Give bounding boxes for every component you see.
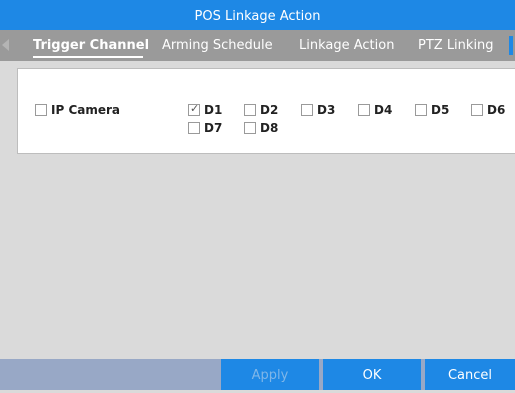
channel-d4-checkbox[interactable] xyxy=(358,104,370,116)
tab-arming-schedule[interactable]: Arming Schedule xyxy=(162,30,273,61)
channel-d8-label: D8 xyxy=(260,121,279,135)
channel-d1-label: D1 xyxy=(204,103,223,117)
ok-button[interactable]: OK xyxy=(323,359,421,390)
channel-d6-checkbox[interactable] xyxy=(471,104,483,116)
channel-d8-checkbox[interactable] xyxy=(244,122,256,134)
channel-d5-checkbox[interactable] xyxy=(415,104,427,116)
tab-linkage-action[interactable]: Linkage Action xyxy=(299,30,394,61)
scroll-left-arrow-icon[interactable] xyxy=(2,39,9,51)
apply-button[interactable]: Apply xyxy=(221,359,319,390)
channel-d6-label: D6 xyxy=(487,103,506,117)
scroll-right-indicator[interactable] xyxy=(509,36,513,55)
channel-d3-checkbox[interactable] xyxy=(301,104,313,116)
channel-d2-checkbox[interactable] xyxy=(244,104,256,116)
window-title: POS Linkage Action xyxy=(0,0,515,30)
active-tab-indicator xyxy=(33,56,143,58)
channel-d1-checkbox[interactable]: ✓ xyxy=(188,102,200,116)
channel-d5-label: D5 xyxy=(431,103,450,117)
channel-d4-label: D4 xyxy=(374,103,393,117)
channel-d2-label: D2 xyxy=(260,103,279,117)
ip-camera-label: IP Camera xyxy=(51,103,120,117)
channel-d7-label: D7 xyxy=(204,121,223,135)
checkmark-icon: ✓ xyxy=(190,102,200,115)
channel-panel: IP Camera ✓ D1 D2 D3 D4 D5 D6 D7 D8 xyxy=(17,68,515,154)
tab-ptz-linking[interactable]: PTZ Linking xyxy=(418,30,494,61)
channel-d7-checkbox[interactable] xyxy=(188,122,200,134)
ip-camera-checkbox[interactable] xyxy=(35,104,47,116)
cancel-button[interactable]: Cancel xyxy=(425,359,515,390)
button-bar: Apply OK Cancel xyxy=(0,359,515,390)
channel-d3-label: D3 xyxy=(317,103,336,117)
